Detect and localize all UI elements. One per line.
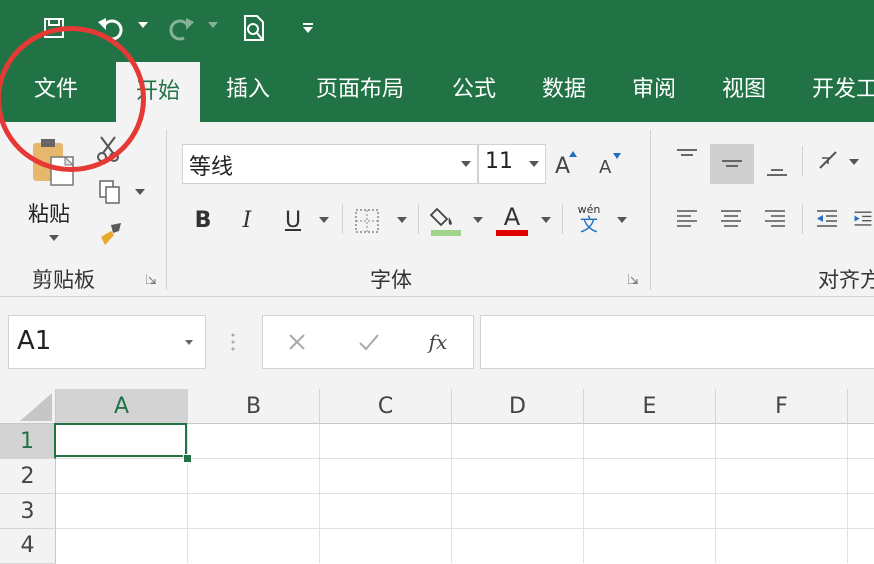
separator [342, 204, 343, 234]
orientation-dropdown-icon[interactable] [848, 156, 860, 168]
selected-cell-a1[interactable] [54, 423, 187, 457]
undo-dropdown-icon[interactable] [136, 18, 150, 32]
cancel-icon[interactable] [283, 328, 311, 356]
tab-insert[interactable]: 插入 [226, 72, 270, 108]
column-header-c[interactable]: C [320, 389, 452, 424]
separator [418, 204, 419, 234]
font-size-dropdown-icon[interactable] [527, 157, 541, 171]
separator [562, 204, 563, 234]
formula-bar-grip-icon[interactable] [224, 329, 242, 355]
select-all-button[interactable] [0, 389, 56, 424]
column-header-f[interactable]: F [716, 389, 848, 424]
name-box-dropdown-icon[interactable] [183, 336, 195, 348]
increase-font-size-icon[interactable]: A [552, 146, 582, 178]
redo-icon[interactable] [164, 12, 198, 44]
italic-button[interactable]: I [232, 204, 262, 236]
formula-bar-area: A1 fx [0, 297, 874, 389]
borders-icon[interactable] [352, 206, 382, 236]
align-center-icon[interactable] [716, 204, 746, 234]
align-middle-icon[interactable] [710, 144, 754, 184]
insert-function-icon[interactable]: fx [423, 328, 453, 356]
font-color-bar [496, 230, 528, 236]
separator [802, 204, 803, 234]
align-top-icon[interactable] [672, 144, 702, 174]
svg-text:A: A [555, 154, 570, 177]
bold-label: B [194, 207, 212, 233]
align-bottom-icon[interactable] [762, 152, 792, 182]
underline-button[interactable]: U [278, 204, 308, 236]
align-right-icon[interactable] [760, 204, 790, 234]
separator [166, 130, 167, 290]
tab-developer[interactable]: 开发工 [812, 72, 874, 108]
format-painter-icon[interactable] [96, 220, 126, 248]
decrease-font-size-icon[interactable]: A [594, 148, 624, 178]
increase-indent-icon[interactable] [852, 204, 874, 234]
font-color-dropdown-icon[interactable] [540, 214, 552, 226]
font-size-value: 11 [485, 149, 513, 174]
svg-text:A: A [599, 157, 612, 177]
paste-label[interactable]: 粘贴 [28, 198, 70, 228]
row-header-4[interactable]: 4 [0, 529, 56, 564]
fill-handle[interactable] [183, 454, 192, 463]
font-name-dropdown-icon[interactable] [459, 157, 473, 171]
name-box-value: A1 [17, 326, 52, 356]
enter-icon[interactable] [355, 328, 383, 356]
worksheet-grid: A B C D E F 1 2 3 4 [0, 389, 874, 564]
column-header-e[interactable]: E [584, 389, 716, 424]
underline-label: U [284, 207, 302, 233]
tab-data[interactable]: 数据 [542, 72, 586, 108]
tab-page-layout[interactable]: 页面布局 [316, 72, 404, 108]
copy-icon[interactable] [96, 178, 124, 206]
annotation-circle [0, 26, 146, 172]
formula-buttons: fx [262, 315, 474, 369]
alignment-group-label: 对齐方 [818, 268, 874, 292]
column-header-d[interactable]: D [452, 389, 584, 424]
print-preview-icon[interactable] [240, 12, 270, 44]
clipboard-launcher-icon[interactable] [144, 272, 158, 286]
quick-access-toolbar [0, 0, 874, 58]
phonetic-char: 文 [580, 215, 598, 236]
fill-color-icon[interactable] [428, 202, 464, 238]
decrease-indent-icon[interactable] [812, 204, 842, 234]
phonetic-guide-icon[interactable]: wén 文 [572, 202, 606, 238]
tab-formulas[interactable]: 公式 [452, 72, 496, 108]
font-launcher-icon[interactable] [626, 272, 640, 286]
fx-label: fx [428, 330, 448, 354]
underline-dropdown-icon[interactable] [318, 214, 330, 226]
italic-label: I [242, 207, 252, 233]
font-name-value: 等线 [189, 155, 234, 180]
borders-dropdown-icon[interactable] [396, 214, 408, 226]
separator [802, 146, 803, 176]
separator [650, 130, 651, 290]
font-color-icon[interactable]: A [494, 202, 530, 238]
bold-button[interactable]: B [188, 204, 218, 236]
orientation-icon[interactable] [814, 146, 844, 176]
clipboard-group-label: 剪贴板 [32, 268, 95, 292]
paste-dropdown-icon[interactable] [48, 232, 60, 244]
font-group-label: 字体 [370, 268, 412, 292]
font-color-glyph: A [503, 203, 521, 231]
ribbon: 粘贴 剪贴板 等线 11 A A B I U A wén 文 字体 对齐方 [0, 122, 874, 297]
column-header-g[interactable] [848, 389, 874, 424]
font-name-box[interactable]: 等线 [182, 144, 478, 184]
phonetic-dropdown-icon[interactable] [616, 214, 628, 226]
column-header-a[interactable]: A [56, 389, 188, 425]
tab-review[interactable]: 审阅 [632, 72, 676, 108]
column-header-b[interactable]: B [188, 389, 320, 424]
row-header-1[interactable]: 1 [0, 424, 56, 459]
copy-dropdown-icon[interactable] [134, 186, 146, 198]
customize-toolbar-icon[interactable] [300, 20, 316, 36]
redo-dropdown-icon[interactable] [206, 18, 220, 32]
formula-input[interactable] [480, 315, 874, 369]
row-header-3[interactable]: 3 [0, 494, 56, 529]
fill-color-dropdown-icon[interactable] [472, 214, 484, 226]
font-size-box[interactable]: 11 [478, 144, 546, 184]
tab-view[interactable]: 视图 [722, 72, 766, 108]
align-left-icon[interactable] [672, 204, 702, 234]
name-box[interactable]: A1 [8, 315, 206, 369]
row-header-2[interactable]: 2 [0, 459, 56, 494]
